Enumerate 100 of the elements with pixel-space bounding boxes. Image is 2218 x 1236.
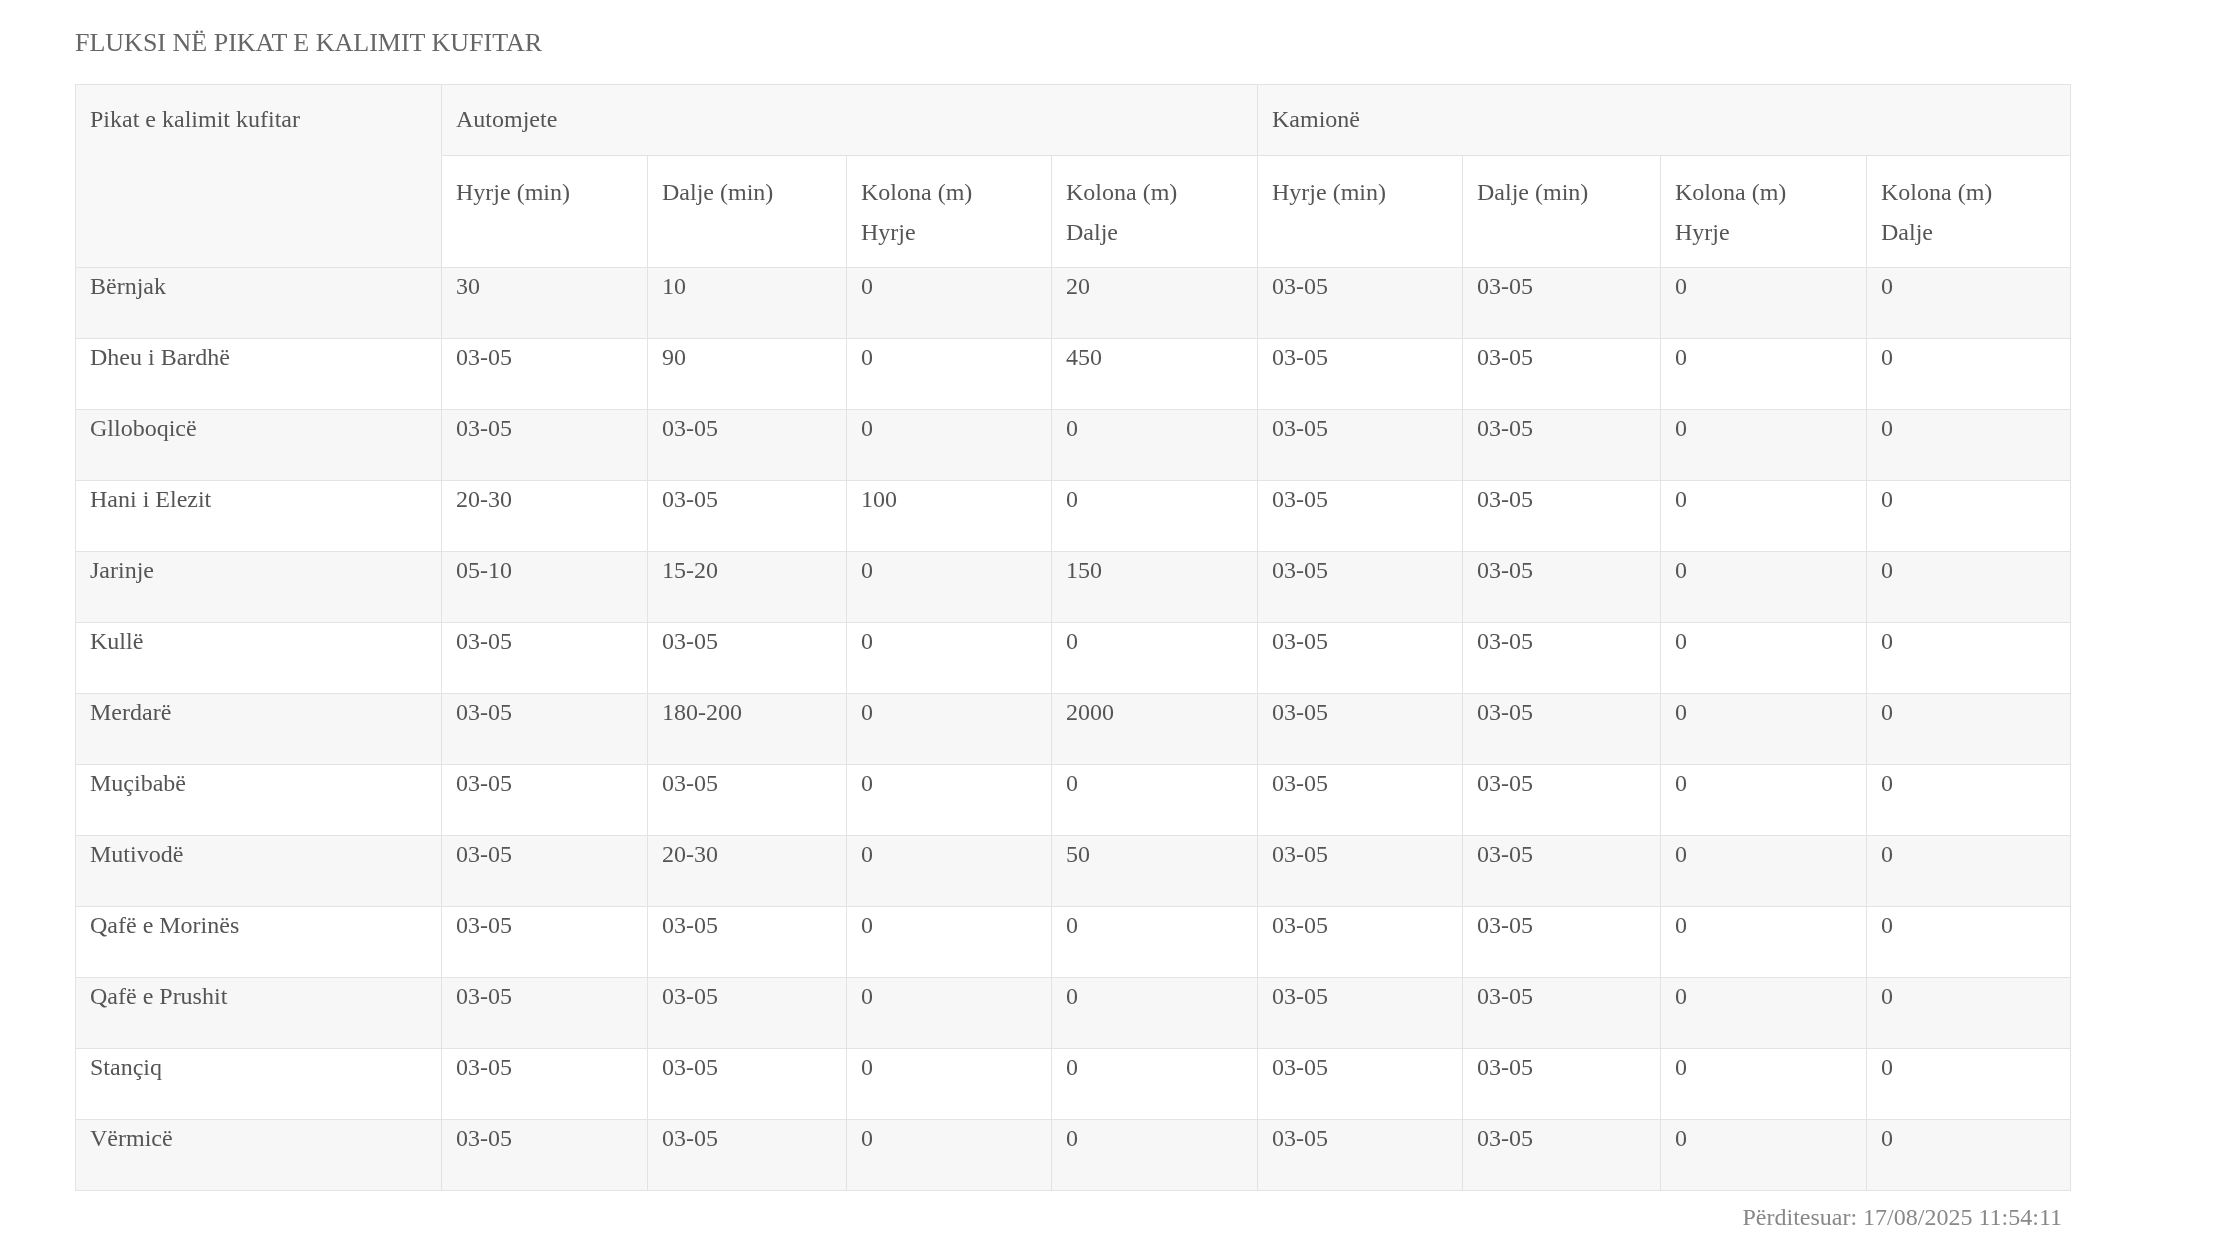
table-cell: 03-05 [441, 1119, 648, 1191]
table-cell: 0 [1866, 1119, 2071, 1191]
table-cell: 0 [1051, 409, 1258, 481]
table-cell: 03-05 [1462, 1119, 1661, 1191]
table-cell: 0 [1660, 906, 1867, 978]
table-cell: 0 [1866, 480, 2071, 552]
table-cell: 0 [1866, 622, 2071, 694]
table-cell: 0 [1866, 409, 2071, 481]
column-header: Kolona (m) Hyrje [846, 155, 1052, 268]
table-cell: 03-05 [1257, 267, 1463, 339]
table-cell: 0 [1660, 977, 1867, 1049]
table-cell: 03-05 [647, 1048, 847, 1120]
table-cell: 0 [1051, 622, 1258, 694]
table-cell: 03-05 [441, 906, 648, 978]
table-cell: 03-05 [1257, 693, 1463, 765]
row-header-cell: Qafë e Morinës [75, 906, 442, 978]
table-cell: 03-05 [1462, 338, 1661, 410]
table-cell: 0 [1866, 835, 2071, 907]
table-cell: 0 [1660, 338, 1867, 410]
table-cell: 03-05 [1257, 551, 1463, 623]
table-cell: 03-05 [441, 693, 648, 765]
column-group-header: Kamionë [1257, 84, 2071, 156]
table-cell: 0 [1866, 551, 2071, 623]
row-header-cell: Stançiq [75, 1048, 442, 1120]
column-header: Dalje (min) [647, 155, 847, 268]
row-header-cell: Vërmicë [75, 1119, 442, 1191]
table-cell: 0 [1051, 977, 1258, 1049]
table-cell: 0 [1660, 1048, 1867, 1120]
table-cell: 03-05 [1462, 1048, 1661, 1120]
table-cell: 0 [1866, 764, 2071, 836]
column-header: Kolona (m) Hyrje [1660, 155, 1867, 268]
table-cell: 15-20 [647, 551, 847, 623]
table-cell: 0 [846, 1048, 1052, 1120]
table-cell: 03-05 [1462, 480, 1661, 552]
table-cell: 0 [846, 551, 1052, 623]
row-header-cell: Hani i Elezit [75, 480, 442, 552]
table-cell: 03-05 [1257, 764, 1463, 836]
table-cell: 03-05 [647, 1119, 847, 1191]
table-cell: 0 [1660, 267, 1867, 339]
table-cell: 03-05 [1257, 977, 1463, 1049]
table-cell: 10 [647, 267, 847, 339]
table-cell: 03-05 [647, 409, 847, 481]
table-cell: 0 [1051, 1119, 1258, 1191]
table-cell: 03-05 [1462, 693, 1661, 765]
table-cell: 0 [1660, 1119, 1867, 1191]
table-cell: 0 [1051, 764, 1258, 836]
table-cell: 150 [1051, 551, 1258, 623]
table-cell: 0 [1660, 693, 1867, 765]
table-cell: 03-05 [1462, 906, 1661, 978]
row-header-cell: Merdarë [75, 693, 442, 765]
table-cell: 0 [1660, 409, 1867, 481]
row-header-cell: Bërnjak [75, 267, 442, 339]
table-cell: 20-30 [441, 480, 648, 552]
column-header: Dalje (min) [1462, 155, 1661, 268]
row-header-cell: Muçibabë [75, 764, 442, 836]
table-cell: 0 [1660, 764, 1867, 836]
page-title: FLUKSI NË PIKAT E KALIMIT KUFITAR [75, 28, 544, 59]
table-cell: 0 [1866, 906, 2071, 978]
table-cell: 03-05 [1462, 267, 1661, 339]
table-cell: 03-05 [441, 1048, 648, 1120]
table-cell: 2000 [1051, 693, 1258, 765]
table-cell: 0 [846, 622, 1052, 694]
table-cell: 03-05 [441, 977, 648, 1049]
table-cell: 90 [647, 338, 847, 410]
table-cell: 0 [1866, 977, 2071, 1049]
table-cell: 03-05 [441, 835, 648, 907]
table-cell: 03-05 [647, 906, 847, 978]
table-cell: 03-05 [1462, 977, 1661, 1049]
column-header: Hyrje (min) [441, 155, 648, 268]
row-header-cell: Kullë [75, 622, 442, 694]
table-cell: 0 [846, 835, 1052, 907]
table-cell: 0 [846, 693, 1052, 765]
column-header: Pikat e kalimit kufitar [75, 84, 442, 268]
column-header: Kolona (m) Dalje [1866, 155, 2071, 268]
row-header-cell: Dheu i Bardhë [75, 338, 442, 410]
table-cell: 05-10 [441, 551, 648, 623]
table-cell: 03-05 [1257, 906, 1463, 978]
table-cell: 0 [846, 906, 1052, 978]
table-cell: 0 [846, 1119, 1052, 1191]
table-cell: 0 [846, 764, 1052, 836]
table-cell: 03-05 [1257, 835, 1463, 907]
table-cell: 180-200 [647, 693, 847, 765]
table-cell: 03-05 [441, 622, 648, 694]
row-header-cell: Jarinje [75, 551, 442, 623]
table-cell: 03-05 [1257, 1048, 1463, 1120]
table-cell: 0 [1866, 1048, 2071, 1120]
table-cell: 03-05 [647, 977, 847, 1049]
row-header-cell: Qafë e Prushit [75, 977, 442, 1049]
table-cell: 03-05 [1257, 338, 1463, 410]
table-cell: 03-05 [1462, 835, 1661, 907]
column-header: Kolona (m) Dalje [1051, 155, 1258, 268]
table-cell: 0 [846, 267, 1052, 339]
table-cell: 0 [1866, 338, 2071, 410]
table-cell: 0 [1051, 480, 1258, 552]
row-header-cell: Glloboqicë [75, 409, 442, 481]
table-cell: 03-05 [647, 764, 847, 836]
table-cell: 03-05 [441, 764, 648, 836]
table-cell: 03-05 [1462, 622, 1661, 694]
table-cell: 03-05 [1257, 409, 1463, 481]
table-cell: 03-05 [647, 622, 847, 694]
